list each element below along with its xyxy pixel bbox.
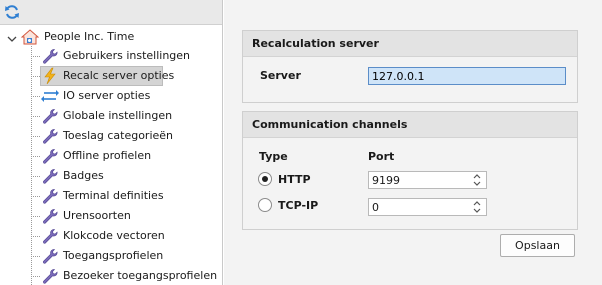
wrench-icon bbox=[41, 267, 59, 285]
wrench-icon bbox=[41, 207, 59, 225]
tree-item-label: Toeslag categorieën bbox=[63, 129, 174, 142]
tree-item[interactable]: Recalc server opties bbox=[0, 66, 222, 86]
tree-item-label: Urensoorten bbox=[63, 209, 131, 222]
communication-channels-group: Communication channels Type Port HTTP 91… bbox=[242, 111, 578, 230]
chevron-down-icon[interactable] bbox=[7, 33, 17, 42]
tree-item-label: Badges bbox=[63, 169, 104, 182]
tree-item-label: Toegangsprofielen bbox=[63, 249, 164, 262]
tree-toolbar bbox=[0, 0, 222, 25]
wrench-icon bbox=[41, 147, 59, 165]
tree-item[interactable]: Offline profielen bbox=[0, 146, 222, 166]
type-column-header: Type bbox=[259, 150, 288, 163]
tcp-ip-port-spinner[interactable]: 0 bbox=[368, 198, 487, 216]
arrows-exchange-icon bbox=[41, 87, 59, 105]
tree-item[interactable]: IO server opties bbox=[0, 86, 222, 106]
settings-tree: People Inc. Time Gebruikers instellingen… bbox=[0, 25, 222, 285]
tree-item[interactable]: Toeslag categorieën bbox=[0, 126, 222, 146]
recalculation-server-title: Recalculation server bbox=[243, 31, 577, 57]
port-column-header: Port bbox=[368, 150, 395, 163]
http-port-spinner[interactable]: 9199 bbox=[368, 171, 487, 189]
tree-item-label: Recalc server opties bbox=[63, 69, 175, 82]
tree-item[interactable]: Bezoeker toegangsprofielen bbox=[0, 266, 222, 285]
wrench-icon bbox=[41, 127, 59, 145]
tree-connector bbox=[31, 236, 40, 237]
tcp-ip-label: TCP-IP bbox=[278, 199, 319, 212]
wrench-icon bbox=[41, 187, 59, 205]
radio-selected-dot bbox=[262, 176, 268, 182]
tree-connector bbox=[31, 76, 40, 77]
tree-item[interactable]: Badges bbox=[0, 166, 222, 186]
server-label: Server bbox=[260, 69, 301, 82]
wrench-icon bbox=[41, 47, 59, 65]
settings-tree-pane: People Inc. Time Gebruikers instellingen… bbox=[0, 0, 223, 285]
tree-root-label: People Inc. Time bbox=[44, 30, 135, 43]
tree-item-label: Offline profielen bbox=[63, 149, 152, 162]
wrench-icon bbox=[41, 227, 59, 245]
tcp-ip-radio[interactable] bbox=[258, 198, 272, 212]
tree-item[interactable]: Urensoorten bbox=[0, 206, 222, 226]
recalculation-server-group: Recalculation server Server bbox=[242, 30, 578, 103]
tree-item-label: Klokcode vectoren bbox=[63, 229, 165, 242]
tree-item-label: Terminal definities bbox=[63, 189, 164, 202]
wrench-icon bbox=[41, 247, 59, 265]
tree-connector bbox=[31, 216, 40, 217]
tree-item[interactable]: Klokcode vectoren bbox=[0, 226, 222, 246]
settings-detail-pane: Recalculation server Server Communicatio… bbox=[224, 0, 602, 285]
tree-connector bbox=[31, 276, 40, 277]
wrench-icon bbox=[41, 167, 59, 185]
tree-connector bbox=[31, 136, 40, 137]
refresh-icon[interactable] bbox=[3, 3, 21, 21]
tree-root-people-inc-time[interactable]: People Inc. Time bbox=[0, 28, 220, 46]
spinner-arrows-icon[interactable] bbox=[473, 200, 481, 214]
wrench-icon bbox=[41, 107, 59, 125]
save-button[interactable]: Opslaan bbox=[500, 234, 575, 257]
tree-connector bbox=[31, 96, 40, 97]
tree-connector bbox=[31, 116, 40, 117]
tree-connector bbox=[31, 196, 40, 197]
server-input[interactable] bbox=[368, 67, 566, 85]
tree-item[interactable]: Globale instellingen bbox=[0, 106, 222, 126]
tcp-ip-port-value: 0 bbox=[372, 201, 379, 214]
http-port-value: 9199 bbox=[372, 174, 400, 187]
tree-item-label: IO server opties bbox=[63, 89, 151, 102]
tree-connector bbox=[31, 56, 40, 57]
tree-item-label: Globale instellingen bbox=[63, 109, 173, 122]
http-radio[interactable] bbox=[258, 172, 272, 186]
tree-item[interactable]: Toegangsprofielen bbox=[0, 246, 222, 266]
tree-item-label: Bezoeker toegangsprofielen bbox=[63, 269, 218, 282]
tree-item[interactable]: Terminal definities bbox=[0, 186, 222, 206]
tree-item[interactable]: Gebruikers instellingen bbox=[0, 46, 222, 66]
lightning-icon bbox=[41, 67, 59, 85]
communication-channels-title: Communication channels bbox=[243, 112, 577, 138]
http-label: HTTP bbox=[278, 173, 311, 186]
house-icon bbox=[20, 29, 40, 45]
tree-connector bbox=[31, 256, 40, 257]
spinner-arrows-icon[interactable] bbox=[473, 173, 481, 187]
tree-connector bbox=[31, 176, 40, 177]
tree-item-label: Gebruikers instellingen bbox=[63, 49, 191, 62]
tree-connector bbox=[31, 156, 40, 157]
